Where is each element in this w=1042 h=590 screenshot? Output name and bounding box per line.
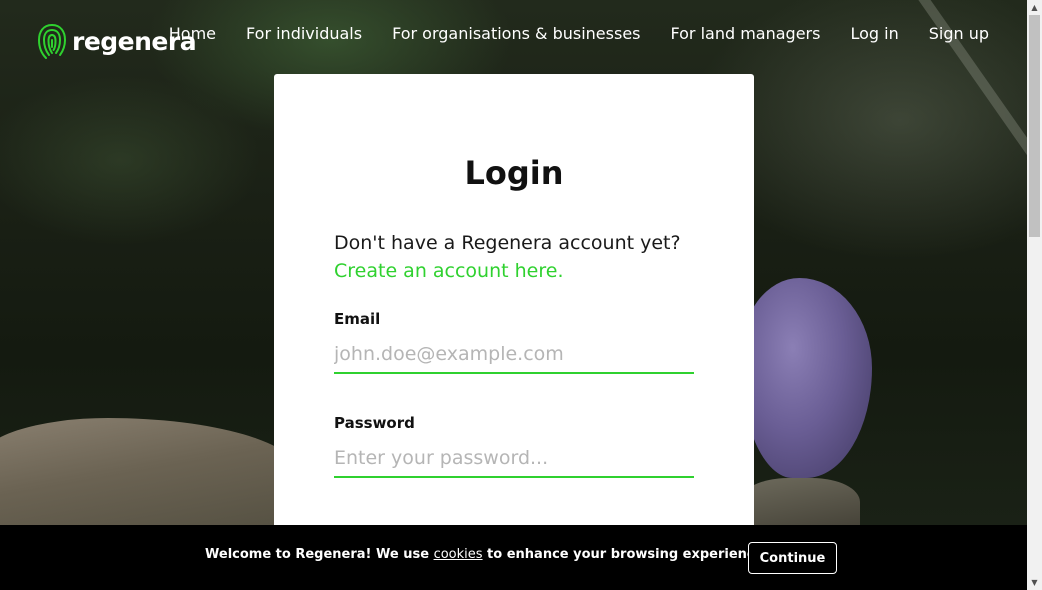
- background-mushroom: [740, 278, 872, 478]
- password-label: Password: [334, 414, 415, 432]
- email-field[interactable]: [334, 336, 694, 374]
- no-account-prompt: Don't have a Regenera account yet?: [334, 232, 681, 254]
- cookie-message: Welcome to Regenera! We use cookies to e…: [205, 547, 768, 562]
- nav-sign-up[interactable]: Sign up: [929, 24, 989, 43]
- arrow-down-icon[interactable]: ▼: [1027, 575, 1042, 590]
- password-field[interactable]: [334, 440, 694, 478]
- nav-for-organisations[interactable]: For organisations & businesses: [392, 24, 640, 43]
- top-navigation: regenera Home For individuals For organi…: [0, 0, 1027, 74]
- cookie-text-before: Welcome to Regenera! We use: [205, 547, 434, 562]
- nav-home[interactable]: Home: [169, 24, 216, 43]
- cookies-link[interactable]: cookies: [434, 547, 483, 562]
- nav-links: Home For individuals For organisations &…: [169, 24, 989, 43]
- scrollbar-thumb[interactable]: [1029, 15, 1040, 237]
- arrow-up-icon[interactable]: ▲: [1027, 0, 1042, 15]
- create-account-link[interactable]: Create an account here.: [334, 260, 563, 282]
- fingerprint-icon: [37, 24, 67, 59]
- cookie-banner: Welcome to Regenera! We use cookies to e…: [0, 525, 1027, 590]
- vertical-scrollbar[interactable]: ▲ ▼: [1027, 0, 1042, 590]
- login-title: Login: [464, 154, 564, 192]
- cookie-text-after: to enhance your browsing experience.: [482, 547, 769, 562]
- nav-for-individuals[interactable]: For individuals: [246, 24, 362, 43]
- nav-for-land-managers[interactable]: For land managers: [671, 24, 821, 43]
- email-label: Email: [334, 310, 381, 328]
- login-card: Login Don't have a Regenera account yet?…: [274, 74, 754, 544]
- nav-log-in[interactable]: Log in: [850, 24, 898, 43]
- continue-button[interactable]: Continue: [748, 542, 837, 574]
